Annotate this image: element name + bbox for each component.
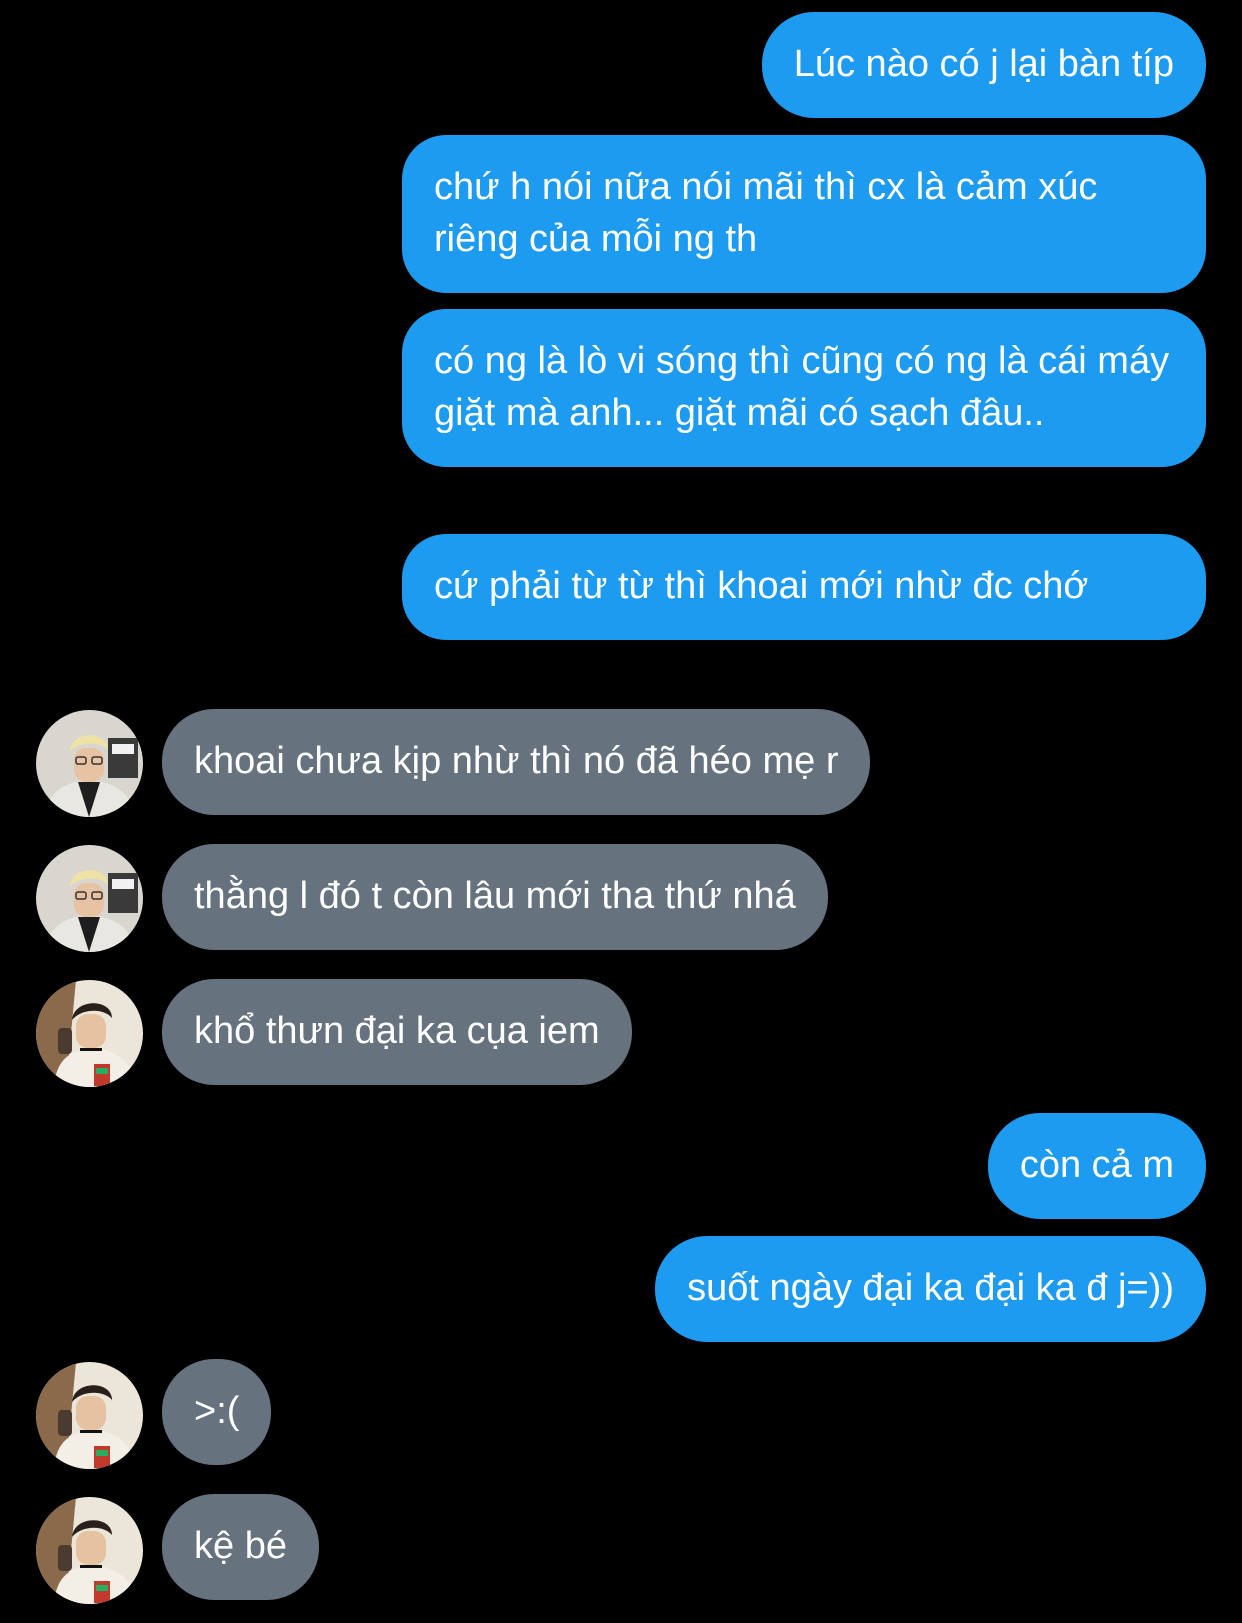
friend-2-avatar[interactable] — [36, 1362, 143, 1469]
message-text: Lúc nào có j lại bàn típ — [793, 43, 1174, 85]
message-bubble-received[interactable]: khoai chưa kịp nhừ thì nó đã héo mẹ r — [162, 709, 871, 815]
message-bubble-received[interactable]: khổ thưn đại ka cụa iem — [162, 979, 632, 1085]
avatar-photo-icon — [36, 710, 143, 817]
message-bubble-sent[interactable]: chứ h nói nữa nói mãi thì cx là cảm xúc … — [402, 135, 1206, 293]
friend-2-avatar[interactable] — [36, 1497, 143, 1604]
avatar-photo-icon — [36, 845, 143, 952]
message-text: kệ bé — [194, 1525, 287, 1567]
message-bubble-received[interactable]: kệ bé — [162, 1494, 319, 1600]
friend-1-avatar[interactable] — [36, 845, 143, 952]
message-text: thằng l đó t còn lâu mới tha thứ nhá — [194, 875, 796, 917]
message-text: chứ h nói nữa nói mãi thì cx là cảm xúc … — [434, 166, 1098, 260]
message-bubble-sent[interactable]: suốt ngày đại ka đại ka đ j=)) — [655, 1236, 1206, 1342]
message-text: có ng là lò vi sóng thì cũng có ng là cá… — [434, 340, 1170, 434]
message-bubble-received[interactable]: thằng l đó t còn lâu mới tha thứ nhá — [162, 844, 828, 950]
message-text: khoai chưa kịp nhừ thì nó đã héo mẹ r — [194, 740, 839, 782]
message-bubble-sent[interactable]: có ng là lò vi sóng thì cũng có ng là cá… — [402, 309, 1206, 467]
avatar-photo-icon — [36, 1362, 143, 1469]
friend-2-avatar[interactable] — [36, 980, 143, 1087]
message-bubble-received[interactable]: >:( — [162, 1359, 272, 1465]
friend-1-avatar[interactable] — [36, 710, 143, 817]
message-bubble-sent[interactable]: cứ phải từ từ thì khoai mới nhừ đc chớ — [402, 534, 1206, 640]
message-bubble-sent[interactable]: còn cả m — [987, 1113, 1206, 1219]
message-text: còn cả m — [1019, 1144, 1174, 1186]
message-text: khổ thưn đại ka cụa iem — [194, 1010, 600, 1052]
message-text: cứ phải từ từ thì khoai mới nhừ đc chớ — [434, 565, 1089, 607]
message-text: >:( — [194, 1390, 240, 1432]
message-bubble-sent[interactable]: Lúc nào có j lại bàn típ — [761, 12, 1206, 118]
avatar-photo-icon — [36, 1497, 143, 1604]
message-text: suốt ngày đại ka đại ka đ j=)) — [687, 1267, 1174, 1309]
avatar-photo-icon — [36, 980, 143, 1087]
